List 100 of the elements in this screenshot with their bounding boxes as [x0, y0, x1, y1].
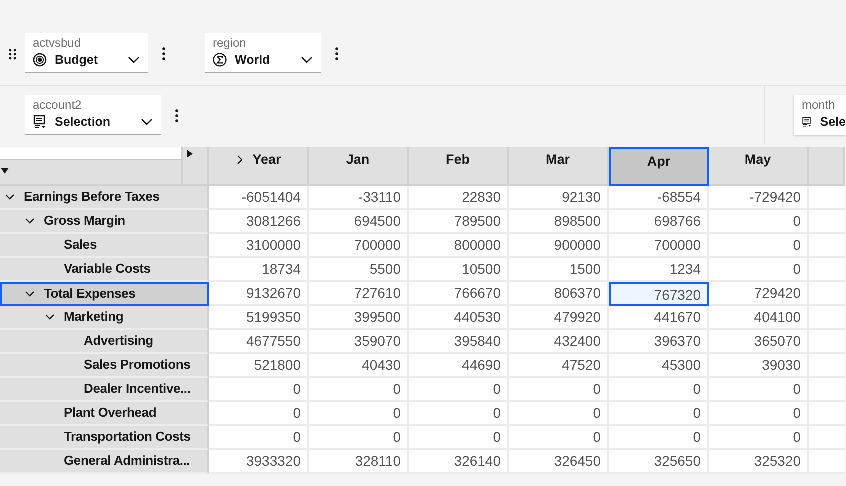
column-header[interactable]: Jan: [346, 150, 370, 170]
table-cell[interactable]: 694500: [309, 210, 409, 234]
table-cell[interactable]: 5500: [309, 258, 409, 282]
filter-dropdown[interactable]: region World: [205, 33, 321, 73]
chevron-down-icon[interactable]: [141, 118, 153, 126]
table-cell[interactable]: 0: [209, 378, 309, 402]
table-cell[interactable]: 328110: [309, 450, 409, 474]
table-cell[interactable]: 0: [309, 402, 409, 426]
more-options-icon[interactable]: [175, 109, 179, 123]
filter-dropdown[interactable]: actvsbud Budget: [25, 33, 148, 73]
table-cell[interactable]: 521800: [209, 354, 309, 378]
table-cell[interactable]: 0: [509, 402, 609, 426]
table-cell[interactable]: 9132670: [209, 282, 309, 306]
table-cell[interactable]: 3081266: [209, 210, 309, 234]
drag-handle-icon[interactable]: [9, 49, 17, 60]
table-cell[interactable]: 0: [709, 426, 809, 450]
column-header[interactable]: Mar: [546, 150, 570, 170]
table-cell[interactable]: 0: [609, 378, 709, 402]
table-cell[interactable]: 5199350: [209, 306, 309, 330]
filter-label: month: [802, 98, 836, 112]
table-cell[interactable]: 22830: [409, 186, 509, 210]
table-cell[interactable]: 0: [609, 426, 709, 450]
table-cell[interactable]: 440530: [409, 306, 509, 330]
table-cell[interactable]: 365070: [709, 330, 809, 354]
table-cell[interactable]: 479920: [509, 306, 609, 330]
table-cell[interactable]: 4677550: [209, 330, 309, 354]
table-cell[interactable]: 700000: [309, 234, 409, 258]
table-cell[interactable]: 767320: [609, 282, 709, 306]
table-cell[interactable]: 0: [609, 402, 709, 426]
table-cell[interactable]: 0: [209, 426, 309, 450]
table-cell[interactable]: 0: [409, 378, 509, 402]
table-cell[interactable]: 10500: [409, 258, 509, 282]
table-cell[interactable]: 39030: [709, 354, 809, 378]
table-cell[interactable]: 47520: [509, 354, 609, 378]
table-cell[interactable]: 0: [709, 234, 809, 258]
table-cell[interactable]: 326140: [409, 450, 509, 474]
search-field[interactable]: [0, 147, 181, 160]
table-cell[interactable]: 0: [709, 258, 809, 282]
table-cell[interactable]: 700000: [609, 234, 709, 258]
chevron-right-icon[interactable]: [234, 155, 245, 166]
filter-dropdown[interactable]: month Sele: [794, 95, 846, 135]
table-cell[interactable]: 0: [709, 378, 809, 402]
chevron-down-icon[interactable]: [301, 56, 313, 64]
table-cell[interactable]: 766670: [409, 282, 509, 306]
table-cell[interactable]: 45300: [609, 354, 709, 378]
table-cell[interactable]: 898500: [509, 210, 609, 234]
table-cell[interactable]: 0: [309, 426, 409, 450]
table-cell[interactable]: 44690: [409, 354, 509, 378]
table-cell[interactable]: 441670: [609, 306, 709, 330]
table-cell[interactable]: 1234: [609, 258, 709, 282]
table-cell[interactable]: 789500: [409, 210, 509, 234]
caret-right-icon[interactable]: [187, 150, 193, 158]
column-header[interactable]: Feb: [446, 150, 470, 170]
table-cell[interactable]: 359070: [309, 330, 409, 354]
table-cell[interactable]: 729420: [709, 282, 809, 306]
column-header[interactable]: May: [744, 150, 772, 170]
caret-down-icon[interactable]: [1, 168, 9, 174]
column-header[interactable]: Year: [252, 150, 282, 170]
filter-label: region: [213, 36, 248, 50]
more-options-icon[interactable]: [162, 47, 166, 61]
table-cell[interactable]: 404100: [709, 306, 809, 330]
table-cell[interactable]: 1500: [509, 258, 609, 282]
table-cell[interactable]: -729420: [709, 186, 809, 210]
table-cell[interactable]: [809, 186, 845, 210]
table-cell[interactable]: 92130: [509, 186, 609, 210]
table-cell[interactable]: 325650: [609, 450, 709, 474]
table-cell[interactable]: 727610: [309, 282, 409, 306]
filter-dropdown[interactable]: account2 Selection: [25, 95, 161, 135]
table-cell[interactable]: 0: [709, 402, 809, 426]
sigma-icon: [213, 53, 227, 67]
table-cell[interactable]: 800000: [409, 234, 509, 258]
table-cell[interactable]: 0: [309, 378, 409, 402]
table-cell[interactable]: 0: [509, 426, 609, 450]
table-cell[interactable]: 806370: [509, 282, 609, 306]
filter-value: World: [235, 52, 270, 69]
more-options-icon[interactable]: [335, 47, 339, 61]
table-cell[interactable]: 395840: [409, 330, 509, 354]
table-cell[interactable]: 3933320: [209, 450, 309, 474]
table-cell[interactable]: 0: [209, 402, 309, 426]
table-cell[interactable]: 900000: [509, 234, 609, 258]
filter-label: account2: [33, 98, 83, 112]
table-cell[interactable]: 40430: [309, 354, 409, 378]
table-cell[interactable]: 326450: [509, 450, 609, 474]
table-cell[interactable]: 0: [409, 402, 509, 426]
table-cell[interactable]: 432400: [509, 330, 609, 354]
table-cell[interactable]: 698766: [609, 210, 709, 234]
table-cell[interactable]: 0: [509, 378, 609, 402]
table-cell[interactable]: 3100000: [209, 234, 309, 258]
table-cell[interactable]: 396370: [609, 330, 709, 354]
table-cell[interactable]: -33110: [309, 186, 409, 210]
table-cell[interactable]: -6051404: [209, 186, 309, 210]
table-cell[interactable]: 325320: [709, 450, 809, 474]
row-header[interactable]: Sales: [64, 235, 97, 255]
table-cell[interactable]: 0: [709, 210, 809, 234]
column-header[interactable]: Apr: [647, 152, 671, 172]
table-cell[interactable]: 0: [409, 426, 509, 450]
chevron-down-icon[interactable]: [128, 56, 140, 64]
table-cell[interactable]: -68554: [609, 186, 709, 210]
table-cell[interactable]: 18734: [209, 258, 309, 282]
table-cell[interactable]: 399500: [309, 306, 409, 330]
